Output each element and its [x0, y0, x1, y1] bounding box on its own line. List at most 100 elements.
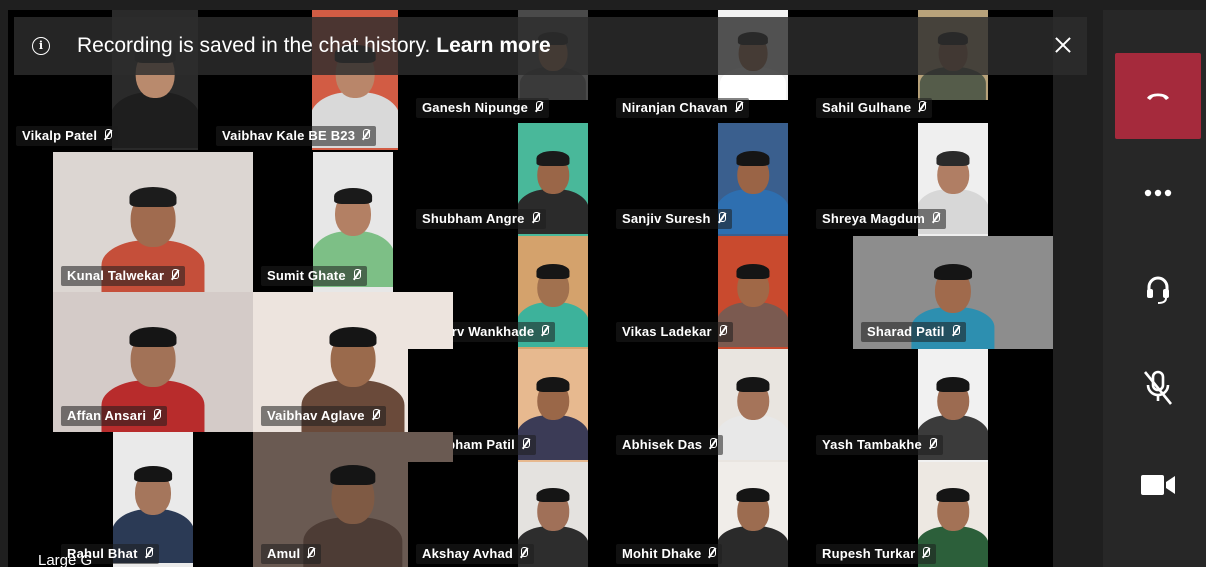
more-options-button[interactable]	[1115, 150, 1201, 236]
muted-mic-icon	[352, 269, 361, 281]
muted-mic-icon	[170, 269, 180, 281]
participant-name-label: Abhisek Das	[616, 435, 724, 455]
participant-video	[718, 349, 788, 462]
participant-name-label: Vaibhav Aglave	[261, 406, 386, 426]
participant-name: Rupesh Turkar	[822, 546, 916, 561]
participant-silhouette	[536, 151, 570, 166]
muted-mic-icon	[306, 547, 316, 559]
participant-tile[interactable]: Affan Ansari	[53, 292, 253, 432]
participant-silhouette	[936, 151, 970, 166]
participant-name-label: Sahil Gulhane	[816, 98, 933, 118]
participant-name: Amul	[267, 546, 301, 561]
participant-name: Mohit Dhake	[622, 546, 702, 561]
participant-name-label: Kunal Talwekar	[61, 266, 186, 286]
participant-silhouette	[129, 326, 177, 347]
participant-silhouette	[934, 264, 972, 281]
muted-mic-icon	[361, 129, 371, 141]
participant-tile[interactable]: Sanjiv Suresh	[608, 123, 808, 236]
muted-mic-icon	[708, 438, 718, 450]
participant-tile[interactable]: Kunal Talwekar	[53, 152, 253, 292]
participant-name: Shubham Angre	[422, 211, 525, 226]
muted-mic-icon	[371, 409, 380, 421]
participant-name: Akshay Avhad	[422, 546, 514, 561]
participant-name: Abhisek Das	[622, 437, 703, 452]
participant-tile[interactable]: Mohit Dhake	[608, 462, 808, 567]
muted-mic-icon	[931, 212, 941, 224]
video-camera-icon	[1141, 475, 1175, 495]
participant-silhouette	[129, 186, 177, 207]
participant-silhouette	[536, 264, 570, 279]
mic-off-icon	[1143, 370, 1173, 405]
participant-name-label: Mohit Dhake	[616, 544, 723, 564]
mute-button[interactable]	[1115, 344, 1201, 430]
participant-name-label: Sumit Ghate	[261, 266, 367, 286]
participant-name: Sumit Ghate	[267, 268, 346, 283]
learn-more-link[interactable]: Learn more	[436, 34, 550, 58]
participant-name: Ganesh Nipunge	[422, 100, 529, 115]
participant-name: Yash Tambakhe	[822, 437, 922, 452]
muted-mic-icon	[534, 101, 544, 113]
muted-mic-icon	[521, 438, 530, 450]
participant-silhouette	[736, 488, 770, 503]
recording-banner: i Recording is saved in the chat history…	[14, 17, 1087, 75]
muted-mic-icon	[103, 129, 113, 141]
muted-mic-icon	[921, 547, 931, 559]
participant-silhouette	[536, 377, 570, 392]
participant-name-label: Rupesh Turkar	[816, 544, 937, 564]
more-options-icon	[1144, 189, 1172, 197]
meeting-window: Vikalp Patel Vaibhav Kale BE B23 Ganesh Ni…	[0, 0, 1206, 567]
participant-name-label: Vaibhav Kale BE B23	[216, 126, 377, 146]
participant-silhouette	[330, 465, 376, 485]
participant-tile[interactable]: Vikas Ladekar	[608, 236, 808, 349]
participant-tile[interactable]: Sharad Patil	[853, 236, 1053, 349]
video-gallery: Vikalp Patel Vaibhav Kale BE B23 Ganesh Ni…	[8, 10, 1053, 567]
audio-settings-button[interactable]	[1115, 247, 1201, 333]
participant-name-label: Sharad Patil	[861, 322, 966, 342]
participant-name-label: Vikalp Patel	[16, 126, 119, 146]
muted-mic-icon	[928, 438, 937, 450]
participant-silhouette	[718, 415, 788, 461]
participant-name-label: Akshay Avhad	[416, 544, 535, 564]
participant-name: Niranjan Chavan	[622, 100, 728, 115]
video-button[interactable]	[1115, 442, 1201, 528]
participant-silhouette	[536, 488, 570, 503]
participant-silhouette	[936, 488, 970, 503]
participant-name: Vikas Ladekar	[622, 324, 712, 339]
participant-tile[interactable]: Akshay Avhad	[408, 462, 608, 567]
info-icon: i	[32, 37, 50, 55]
participant-name-label: Yash Tambakhe	[816, 435, 943, 455]
participant-silhouette	[334, 187, 372, 204]
participant-name: Vaibhav Kale BE B23	[222, 128, 356, 143]
participant-name: Sanjiv Suresh	[622, 211, 711, 226]
participant-silhouette	[736, 264, 770, 279]
participant-tile[interactable]: Yash Tambakhe	[808, 349, 1008, 462]
participant-name: Shreya Magdum	[822, 211, 926, 226]
participant-tile[interactable]: Shreya Magdum	[808, 123, 1008, 236]
participant-name-label: Affan Ansari	[61, 406, 168, 426]
muted-mic-icon	[951, 325, 960, 337]
participant-tile[interactable]: Abhisek Das	[608, 349, 808, 462]
participant-silhouette	[736, 151, 770, 166]
participant-name-label: Amul	[261, 544, 322, 564]
participant-name-label: Ganesh Nipunge	[416, 98, 550, 118]
participant-silhouette	[718, 526, 788, 567]
participant-tile[interactable]: Rupesh Turkar	[808, 462, 1008, 567]
muted-mic-icon	[144, 547, 153, 559]
participant-silhouette	[329, 326, 377, 347]
muted-mic-icon	[718, 325, 727, 337]
participant-silhouette	[736, 377, 770, 392]
muted-mic-icon	[707, 547, 717, 559]
participant-name: Kunal Talwekar	[67, 268, 165, 283]
participant-name-label: Niranjan Chavan	[616, 98, 749, 118]
participant-name: Vikalp Patel	[22, 128, 98, 143]
participant-name-label: Vikas Ladekar	[616, 322, 733, 342]
muted-mic-icon	[734, 101, 743, 113]
hang-up-button[interactable]	[1115, 53, 1201, 139]
participant-video	[718, 462, 788, 567]
headset-icon	[1147, 276, 1169, 304]
participant-name: Vaibhav Aglave	[267, 408, 365, 423]
participant-tile[interactable]: Rahul Bhat	[53, 432, 253, 567]
muted-mic-icon	[531, 212, 540, 224]
participant-tile[interactable]: Shubham Angre	[408, 123, 608, 236]
close-icon[interactable]	[1051, 33, 1075, 57]
